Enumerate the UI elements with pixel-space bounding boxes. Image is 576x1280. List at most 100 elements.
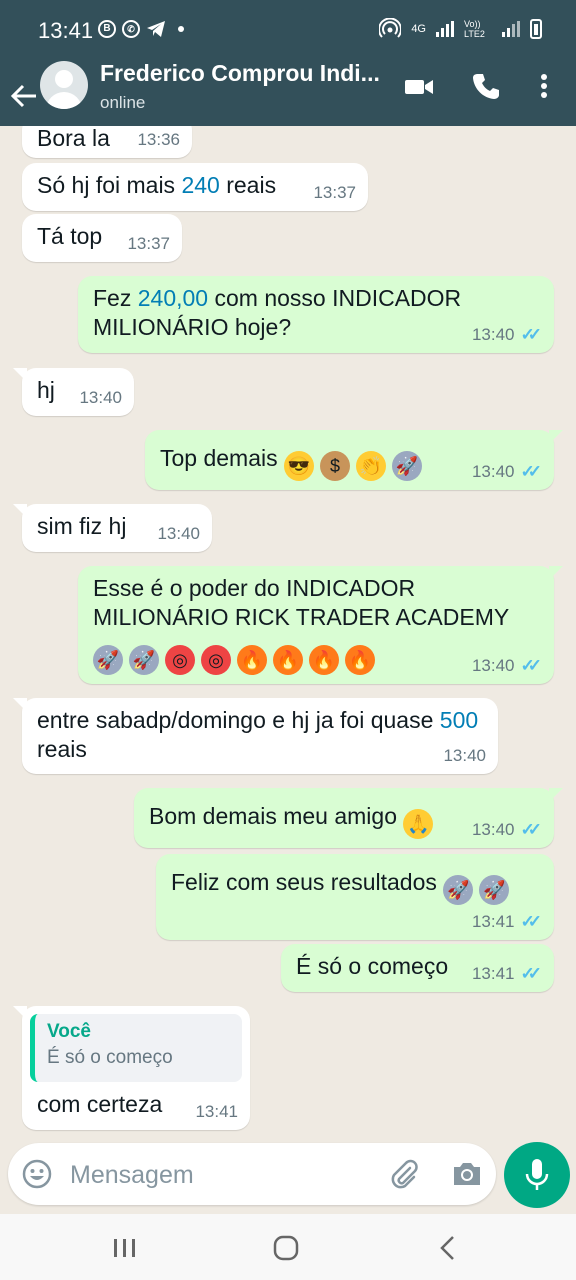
read-receipt-icon: ✓✓ [520,964,542,983]
folded-hands-emoji: 🙏 [403,809,434,839]
microphone-icon [525,1159,549,1190]
message-outgoing[interactable]: Top demais 😎 $ 👏 🚀 13:40 ✓✓ [145,430,563,490]
message-text: Esse é o poder do INDICADOR MILIONÁRIO R… [93,575,510,630]
message-text: entre sabadp/domingo e hj ja foi quase 5… [37,707,479,762]
message-outgoing[interactable]: Esse é o poder do INDICADOR MILIONÁRIO R… [78,566,563,684]
target-emoji: ◎ [201,645,231,675]
message-time: 13:37 [127,234,170,253]
message-time: 13:41 [471,912,515,931]
message-text: É só o começo [296,953,449,979]
message-meta: 13:40 [157,525,200,543]
avatar[interactable] [40,61,88,109]
message-time: 13:40 [471,656,515,675]
number-link[interactable]: 500 [440,707,478,733]
message-text: Top demais [160,445,285,471]
message-meta: 13:41 [195,1103,238,1121]
message-outgoing[interactable]: É só o começo 13:41 ✓✓ [281,944,554,992]
home-icon[interactable] [272,1234,300,1262]
avatar-torso [46,92,82,109]
message-meta: 13:40 ✓✓ [472,463,542,481]
message-time: 13:40 [79,388,122,407]
message-text: Bom demais meu amigo [149,803,404,829]
message-time: 13:37 [313,183,356,202]
message-composer [8,1143,496,1205]
status-time: 13:41 [38,18,94,43]
system-nav-bar [0,1214,576,1280]
signal-icon [436,21,454,37]
rocket-emoji: 🚀 [443,875,474,905]
rocket-emoji: 🚀 [129,645,159,675]
chat-header: Frederico Comprou Indi... online [0,60,576,126]
message-outgoing[interactable]: Fez 240,00 com nosso INDICADOR MILIONÁRI… [78,276,554,353]
rocket-emoji: 🚀 [479,875,510,905]
read-receipt-icon: ✓✓ [520,462,542,481]
voice-message-button[interactable] [504,1142,570,1208]
message-time: 13:40 [471,325,515,344]
phone-call-icon[interactable] [472,72,500,102]
message-time: 13:40 [443,746,486,765]
number-link[interactable]: 240 [181,172,219,198]
fire-emoji: 🔥 [309,645,339,675]
message-time: 13:36 [137,130,180,149]
notification-icons: B ✆ [98,20,184,38]
avatar-head [55,70,73,88]
message-text: Bora la [37,126,110,151]
message-incoming[interactable]: Bora la 13:36 [22,126,192,158]
more-options-icon[interactable] [536,72,552,102]
message-text: hj [37,377,55,403]
message-meta: 13:37 [313,184,356,202]
video-call-icon[interactable] [404,72,434,102]
message-incoming[interactable]: entre sabadp/domingo e hj ja foi quase 5… [13,698,498,774]
b-app-icon: B [98,20,116,38]
whatsapp-icon: ✆ [122,20,140,38]
fire-emoji: 🔥 [273,645,303,675]
message-meta: 13:40 ✓✓ [472,821,542,839]
message-meta: 13:37 [127,235,170,253]
read-receipt-icon: ✓✓ [520,912,542,931]
message-meta: 13:41 ✓✓ [472,965,542,983]
message-meta: 13:40 [443,747,486,765]
message-incoming[interactable]: Só hj foi mais 240 reais 13:37 [22,163,368,211]
recent-apps-icon[interactable] [112,1236,138,1260]
contact-name[interactable]: Frederico Comprou Indi... [100,60,380,87]
chat-area[interactable]: Bora la 13:36 Só hj foi mais 240 reais 1… [0,126,576,1142]
camera-icon[interactable] [451,1159,483,1189]
emoji-icon[interactable] [22,1159,52,1189]
message-meta: 13:40 [79,389,122,407]
quoted-message[interactable]: Você É só o começo [30,1014,242,1082]
message-outgoing[interactable]: Feliz com seus resultados 🚀 🚀 13:41 ✓✓ [156,854,554,940]
message-input[interactable] [68,1157,372,1193]
target-emoji: ◎ [165,645,195,675]
message-time: 13:40 [471,462,515,481]
sunglasses-emoji: 😎 [284,451,315,481]
hotspot-icon [379,18,402,38]
clapping-hands-emoji: 👏 [356,451,387,481]
message-incoming[interactable]: Você É só o começo com certeza 13:41 [13,1006,250,1130]
rocket-emoji: 🚀 [392,451,423,481]
nav-back-icon[interactable] [436,1234,460,1262]
status-bar: 13:41 B ✆ 4G Vo)) LTE2 [0,0,576,60]
message-text: com certeza [37,1091,163,1117]
read-receipt-icon: ✓✓ [520,325,542,344]
message-incoming[interactable]: Tá top 13:37 [22,214,182,262]
quoted-author: Você [47,1021,92,1042]
message-text: sim fiz hj [37,513,127,539]
contact-status: online [100,93,146,112]
more-notifications-dot [178,26,184,32]
message-incoming[interactable]: sim fiz hj 13:40 [13,504,212,552]
number-link[interactable]: 240,00 [138,285,208,311]
volte-label: Vo)) LTE2 [464,19,485,39]
attach-icon[interactable] [388,1158,420,1190]
message-incoming[interactable]: hj 13:40 [13,368,134,416]
message-text: Só hj foi mais 240 reais [37,172,277,198]
battery-icon [530,19,542,39]
message-time: 13:40 [157,524,200,543]
message-outgoing[interactable]: Bom demais meu amigo 🙏 13:40 ✓✓ [134,788,563,848]
message-text: Feliz com seus resultados [171,869,444,895]
message-meta: 13:36 [137,131,180,149]
signal-2-icon [502,21,520,37]
message-text: Tá top [37,223,103,249]
system-icons: 4G Vo)) LTE2 [379,18,542,40]
back-arrow-icon[interactable] [8,70,40,110]
message-meta: 13:40 ✓✓ [472,657,542,675]
